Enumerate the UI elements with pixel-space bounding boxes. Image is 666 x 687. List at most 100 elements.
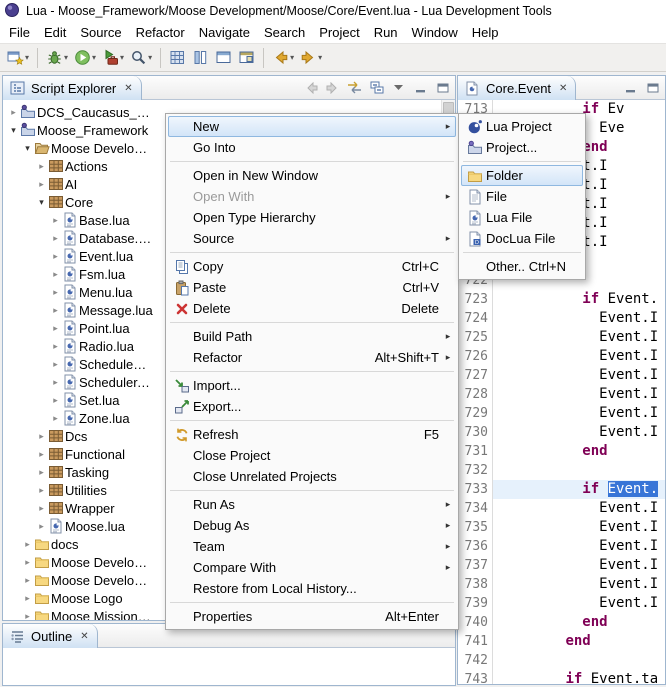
menu-item-compare-with[interactable]: Compare With▸ <box>168 557 456 578</box>
menubar-navigate[interactable]: Navigate <box>192 23 257 42</box>
code-line-730[interactable]: 730 Event.I <box>458 423 665 442</box>
expand-arrow-icon[interactable]: ▸ <box>49 341 62 352</box>
collapse-arrow-icon[interactable]: ▾ <box>35 197 48 208</box>
expand-arrow-icon[interactable]: ▸ <box>35 431 48 442</box>
menu-item-refactor[interactable]: RefactorAlt+Shift+T▸ <box>168 347 456 368</box>
menubar-project[interactable]: Project <box>312 23 366 42</box>
tree-item-menu-lua[interactable]: ▸Menu.lua <box>3 283 153 301</box>
expand-arrow-icon[interactable]: ▸ <box>49 359 62 370</box>
tree-item-message-lua[interactable]: ▸Message.lua <box>3 301 153 319</box>
tab-outline[interactable]: Outline ✕ <box>3 624 98 648</box>
menu-item-export[interactable]: Export... <box>168 396 456 417</box>
menu-item-source[interactable]: Source▸ <box>168 228 456 249</box>
code-line-728[interactable]: 728 Event.I <box>458 385 665 404</box>
tree-item-tasking[interactable]: ▸Tasking <box>3 463 153 481</box>
expand-arrow-icon[interactable]: ▸ <box>35 467 48 478</box>
menubar-file[interactable]: File <box>2 23 37 42</box>
expand-arrow-icon[interactable]: ▸ <box>49 215 62 226</box>
tree-item-moose-development[interactable]: ▾Moose Development <box>3 139 153 157</box>
menubar-help[interactable]: Help <box>465 23 506 42</box>
tree-item-set-lua[interactable]: ▸Set.lua <box>3 391 153 409</box>
menu-item-build-path[interactable]: Build Path▸ <box>168 326 456 347</box>
expand-arrow-icon[interactable]: ▸ <box>35 449 48 460</box>
tree-item-docs[interactable]: ▸docs <box>3 535 153 553</box>
tree-item-moose-mission-setup[interactable]: ▸Moose Mission Setup <box>3 607 153 620</box>
tree-item-base-lua[interactable]: ▸Base.lua <box>3 211 153 229</box>
expand-arrow-icon[interactable]: ▸ <box>35 485 48 496</box>
menu-item-paste[interactable]: PasteCtrl+V <box>168 277 456 298</box>
close-icon[interactable]: ✕ <box>123 83 133 94</box>
menu-item-team[interactable]: Team▸ <box>168 536 456 557</box>
expand-arrow-icon[interactable]: ▸ <box>49 395 62 406</box>
tree-item-scheduler-lua[interactable]: ▸Scheduler.lua <box>3 373 153 391</box>
tree-item-scheduledispatcher-lua[interactable]: ▸ScheduleDispatcher.lua <box>3 355 153 373</box>
view-menu-icon[interactable] <box>390 79 407 96</box>
menu-item-other[interactable]: Other...Ctrl+N <box>461 256 583 277</box>
new-wizard-button[interactable]: ▾ <box>4 46 32 70</box>
menu-item-lua-project[interactable]: Lua Project <box>461 116 583 137</box>
tree-item-moose-logo[interactable]: ▸Moose Logo <box>3 589 153 607</box>
expand-arrow-icon[interactable]: ▸ <box>35 161 48 172</box>
menubar-refactor[interactable]: Refactor <box>129 23 192 42</box>
menu-item-close-unrelated-projects[interactable]: Close Unrelated Projects <box>168 466 456 487</box>
tree-item-dcs-caucasus-missions[interactable]: ▸DCS_Caucasus_Missions <box>3 103 153 121</box>
dropdown-caret-icon[interactable]: ▾ <box>92 53 96 62</box>
dropdown-caret-icon[interactable]: ▾ <box>64 53 68 62</box>
collapse-arrow-icon[interactable]: ▾ <box>21 143 34 154</box>
expand-arrow-icon[interactable]: ▸ <box>35 179 48 190</box>
expand-arrow-icon[interactable]: ▸ <box>21 611 34 621</box>
code-line-742[interactable]: 742 <box>458 651 665 670</box>
tree-item-database-lua[interactable]: ▸Database.lua <box>3 229 153 247</box>
tree-item-zone-lua[interactable]: ▸Zone.lua <box>3 409 153 427</box>
toggle-columns-button[interactable] <box>189 46 212 70</box>
menu-item-copy[interactable]: CopyCtrl+C <box>168 256 456 277</box>
expand-arrow-icon[interactable]: ▸ <box>49 287 62 298</box>
menu-item-close-project[interactable]: Close Project <box>168 445 456 466</box>
tree-item-wrapper[interactable]: ▸Wrapper <box>3 499 153 517</box>
code-line-724[interactable]: 724 Event.I <box>458 309 665 328</box>
menu-item-file[interactable]: File <box>461 186 583 207</box>
tree-item-moose-development[interactable]: ▸Moose Development <box>3 553 153 571</box>
dropdown-caret-icon[interactable]: ▾ <box>120 53 124 62</box>
code-line-735[interactable]: 735 Event.I <box>458 518 665 537</box>
code-line-740[interactable]: 740 end <box>458 613 665 632</box>
code-line-737[interactable]: 737 Event.I <box>458 556 665 575</box>
code-line-726[interactable]: 726 Event.I <box>458 347 665 366</box>
menu-item-open-type-hierarchy[interactable]: Open Type Hierarchy <box>168 207 456 228</box>
code-line-739[interactable]: 739 Event.I <box>458 594 665 613</box>
expand-arrow-icon[interactable]: ▸ <box>49 269 62 280</box>
code-line-741[interactable]: 741 end <box>458 632 665 651</box>
tree-item-utilities[interactable]: ▸Utilities <box>3 481 153 499</box>
debug-button[interactable]: ▾ <box>43 46 71 70</box>
back-button[interactable]: ▾ <box>269 46 297 70</box>
menu-item-delete[interactable]: DeleteDelete <box>168 298 456 319</box>
tree-item-ai[interactable]: ▸AI <box>3 175 153 193</box>
menu-item-restore-from-local-history[interactable]: Restore from Local History... <box>168 578 456 599</box>
tree-item-moose-lua[interactable]: ▸Moose.lua <box>3 517 153 535</box>
expand-arrow-icon[interactable]: ▸ <box>7 107 20 118</box>
maximize-icon[interactable] <box>644 79 661 96</box>
tab-core-event[interactable]: Core.Event ✕ <box>458 76 576 100</box>
search-button[interactable]: ▾ <box>127 46 155 70</box>
forward-arrow-icon[interactable] <box>324 79 341 96</box>
menu-item-refresh[interactable]: RefreshF5 <box>168 424 456 445</box>
tree-item-functional[interactable]: ▸Functional <box>3 445 153 463</box>
menu-item-import[interactable]: Import... <box>168 375 456 396</box>
minimize-icon[interactable] <box>622 79 639 96</box>
code-line-727[interactable]: 727 Event.I <box>458 366 665 385</box>
back-arrow-icon[interactable] <box>302 79 319 96</box>
open-window-alt-button[interactable] <box>235 46 258 70</box>
menubar-search[interactable]: Search <box>257 23 312 42</box>
expand-arrow-icon[interactable]: ▸ <box>21 593 34 604</box>
close-icon[interactable]: ✕ <box>79 631 89 642</box>
code-line-725[interactable]: 725 Event.I <box>458 328 665 347</box>
open-grid-button[interactable] <box>166 46 189 70</box>
dropdown-caret-icon[interactable]: ▾ <box>290 53 294 62</box>
close-icon[interactable]: ✕ <box>558 83 568 94</box>
menu-item-go-into[interactable]: Go Into <box>168 137 456 158</box>
code-line-736[interactable]: 736 Event.I <box>458 537 665 556</box>
expand-arrow-icon[interactable]: ▸ <box>49 323 62 334</box>
menu-item-doclua-file[interactable]: DDocLua File <box>461 228 583 249</box>
tree-item-event-lua[interactable]: ▸Event.lua <box>3 247 153 265</box>
menubar-window[interactable]: Window <box>405 23 465 42</box>
